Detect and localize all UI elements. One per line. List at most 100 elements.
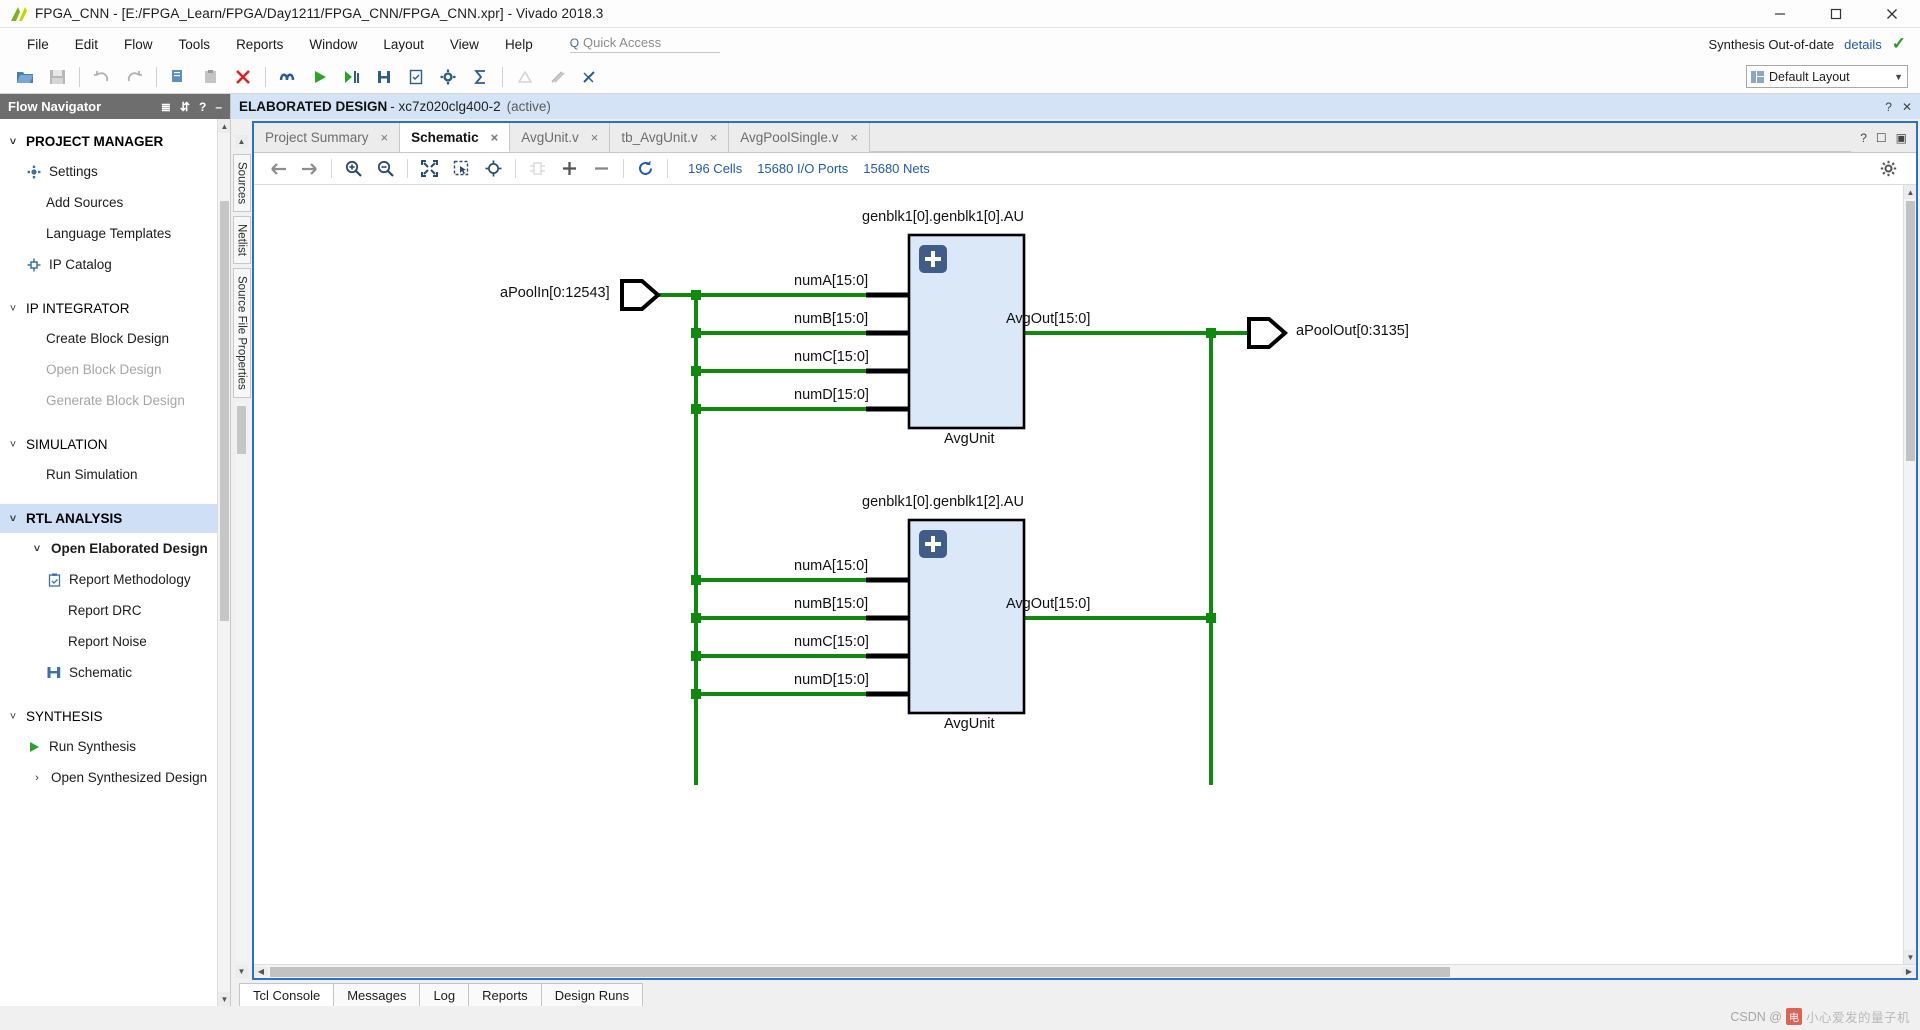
route-icon[interactable]	[510, 64, 540, 90]
forward-arrow-icon[interactable]	[294, 156, 325, 181]
sidebar-scrollbar[interactable]: ▲ ▼	[217, 119, 230, 1006]
bottom-tab-log[interactable]: Log	[419, 983, 470, 1006]
sidebar-item-generate-block-design[interactable]: Generate Block Design	[0, 385, 230, 416]
sidebar-item-run-synthesis[interactable]: Run Synthesis	[0, 731, 230, 762]
scroll-up-icon[interactable]: ▲	[1904, 185, 1916, 199]
menu-view[interactable]: View	[437, 33, 492, 56]
cell-icon[interactable]	[522, 156, 553, 181]
crosshair-icon[interactable]	[478, 156, 509, 181]
menu-file[interactable]: File	[14, 33, 62, 56]
back-arrow-icon[interactable]	[262, 156, 293, 181]
save-icon[interactable]	[42, 64, 72, 90]
sidebar-item-open-elaborated-design[interactable]: ˅ Open Elaborated Design	[0, 533, 230, 564]
run-implementation-icon[interactable]	[337, 64, 367, 90]
marker-icon[interactable]	[542, 64, 572, 90]
redo-icon[interactable]	[119, 64, 149, 90]
sidebar-item-add-sources[interactable]: Add Sources	[0, 187, 230, 218]
schematic-canvas-wrapper[interactable]: aPoolIn[0:12543] aPoolOut[0:3135] genblk…	[254, 185, 1916, 964]
close-icon[interactable]: ×	[710, 130, 718, 145]
help-icon[interactable]: ?	[199, 101, 206, 113]
menu-layout[interactable]: Layout	[370, 33, 437, 56]
bottom-tab-reports[interactable]: Reports	[468, 983, 542, 1006]
delete-icon[interactable]	[228, 64, 258, 90]
close-icon[interactable]: ×	[381, 130, 389, 145]
tab-project-summary[interactable]: Project Summary ×	[254, 123, 401, 152]
close-icon[interactable]: ×	[491, 130, 499, 145]
scroll-right-icon[interactable]: ▶	[1902, 967, 1916, 976]
sidebar-section-rtl-analysis[interactable]: ˅ RTL ANALYSIS	[0, 504, 230, 533]
maximize-panel-icon[interactable]: ▣	[1896, 131, 1907, 145]
copy-icon[interactable]	[164, 64, 194, 90]
maximize-button[interactable]	[1808, 0, 1864, 27]
scroll-down-icon[interactable]: ▼	[218, 992, 230, 1006]
bottom-tab-design-runs[interactable]: Design Runs	[540, 983, 644, 1006]
run-icon[interactable]	[305, 64, 335, 90]
sidebar-item-report-methodology[interactable]: Report Methodology	[0, 564, 230, 595]
schematic-settings-gear-icon[interactable]	[1873, 156, 1904, 181]
scroll-thumb[interactable]	[1906, 201, 1915, 461]
layout-selector[interactable]: Default Layout ▼	[1746, 65, 1908, 88]
sidebar-item-run-simulation[interactable]: Run Simulation	[0, 459, 230, 490]
sidebar-item-open-block-design[interactable]: Open Block Design	[0, 354, 230, 385]
block-title[interactable]: genblk1[0].genblk1[0].AU	[862, 209, 1024, 225]
sidebar-item-report-noise[interactable]: Report Noise	[0, 626, 230, 657]
restore-icon[interactable]: ☐	[1876, 131, 1887, 145]
minimize-panel-icon[interactable]: –	[215, 101, 222, 113]
menu-help[interactable]: Help	[492, 33, 546, 56]
tab-avgpoolsingle-v[interactable]: AvgPoolSingle.v ×	[729, 123, 870, 152]
paste-icon[interactable]	[196, 64, 226, 90]
input-port-label[interactable]: aPoolIn[0:12543]	[500, 285, 610, 301]
resize-icon[interactable]: ⇵	[180, 101, 190, 113]
block-title[interactable]: genblk1[0].genblk1[2].AU	[862, 494, 1024, 510]
tab-tb-avgunit-v[interactable]: tb_AvgUnit.v ×	[610, 123, 730, 152]
sidebar-section-simulation[interactable]: ˅ SIMULATION	[0, 430, 230, 459]
scroll-track[interactable]	[268, 965, 1902, 978]
schematic-canvas[interactable]: aPoolIn[0:12543] aPoolOut[0:3135] genblk…	[254, 185, 1916, 964]
zoom-in-icon[interactable]	[338, 156, 369, 181]
menu-window[interactable]: Window	[296, 33, 370, 56]
output-port-label[interactable]: aPoolOut[0:3135]	[1296, 323, 1409, 339]
scroll-down-icon[interactable]: ▼	[235, 965, 248, 978]
canvas-vertical-scrollbar[interactable]: ▲ ▼	[1903, 185, 1916, 964]
bitstream-icon[interactable]	[369, 64, 399, 90]
scroll-thumb[interactable]	[220, 201, 229, 621]
collapse-all-icon[interactable]: ≣	[161, 101, 171, 113]
report-icon[interactable]	[401, 64, 431, 90]
help-icon[interactable]: ?	[1885, 100, 1892, 114]
vtab-source-file-properties[interactable]: Source File Properties	[232, 268, 251, 398]
sidebar-section-ip-integrator[interactable]: ˅ IP INTEGRATOR	[0, 294, 230, 323]
help-icon[interactable]: ?	[1860, 131, 1867, 145]
sidebar-section-synthesis[interactable]: ˅ SYNTHESIS	[0, 702, 230, 731]
stat-cells[interactable]: 196 Cells	[688, 161, 742, 176]
details-link[interactable]: details	[1844, 37, 1882, 52]
tab-avgunit-v[interactable]: AvgUnit.v ×	[510, 123, 611, 152]
scroll-thumb[interactable]	[270, 967, 1450, 977]
tab-schematic[interactable]: Schematic ×	[400, 123, 511, 152]
refresh-icon[interactable]	[630, 156, 661, 181]
close-design-icon[interactable]: ✕	[1902, 100, 1912, 114]
menu-flow[interactable]: Flow	[111, 33, 166, 56]
sidebar-item-report-drc[interactable]: Report DRC	[0, 595, 230, 626]
stat-io-ports[interactable]: 15680 I/O Ports	[757, 161, 848, 176]
sidebar-item-schematic[interactable]: Schematic	[0, 657, 230, 688]
sidebar-item-open-synthesized-design[interactable]: › Open Synthesized Design	[0, 762, 230, 793]
minimize-button[interactable]	[1752, 0, 1808, 27]
sidebar-item-create-block-design[interactable]: Create Block Design	[0, 323, 230, 354]
stat-nets[interactable]: 15680 Nets	[863, 161, 930, 176]
quick-access-input[interactable]: Q Quick Access	[569, 35, 720, 53]
menu-reports[interactable]: Reports	[223, 33, 296, 56]
search-replace-icon[interactable]	[273, 64, 303, 90]
zoom-out-icon[interactable]	[370, 156, 401, 181]
close-icon[interactable]: ×	[850, 130, 858, 145]
scroll-left-icon[interactable]: ◀	[254, 967, 268, 976]
undo-icon[interactable]	[87, 64, 117, 90]
settings-gear-icon[interactable]	[433, 64, 463, 90]
close-icon[interactable]: ×	[591, 130, 599, 145]
sidebar-section-project-manager[interactable]: ˅ PROJECT MANAGER	[0, 127, 230, 156]
sidebar-item-settings[interactable]: Settings	[0, 156, 230, 187]
scroll-up-icon[interactable]: ▲	[235, 135, 248, 148]
bottom-tab-messages[interactable]: Messages	[333, 983, 421, 1006]
scroll-thumb[interactable]	[237, 405, 246, 454]
vertical-scrollbar[interactable]	[236, 401, 247, 961]
sidebar-item-ip-catalog[interactable]: IP Catalog	[0, 249, 230, 280]
